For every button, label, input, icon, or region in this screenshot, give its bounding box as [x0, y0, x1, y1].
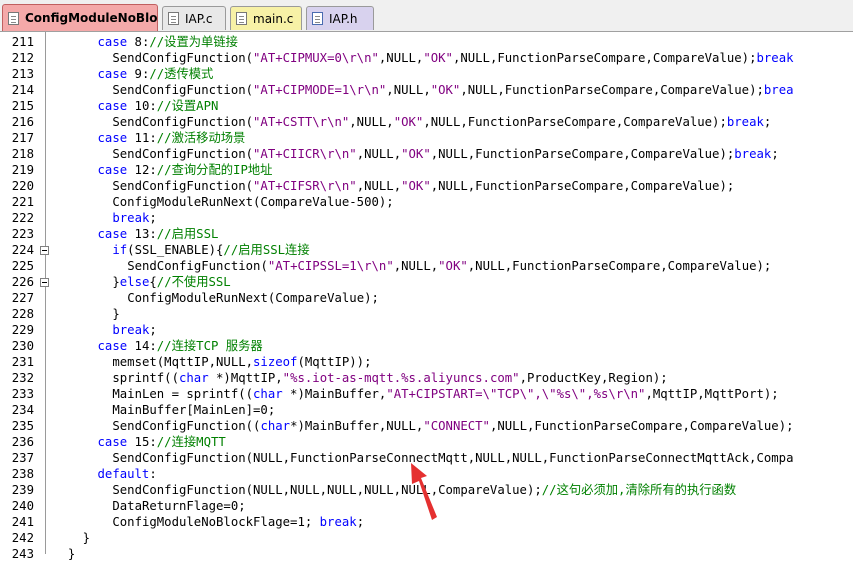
- arrow-shape: [411, 463, 437, 520]
- red-arrow-annotation: [411, 463, 437, 520]
